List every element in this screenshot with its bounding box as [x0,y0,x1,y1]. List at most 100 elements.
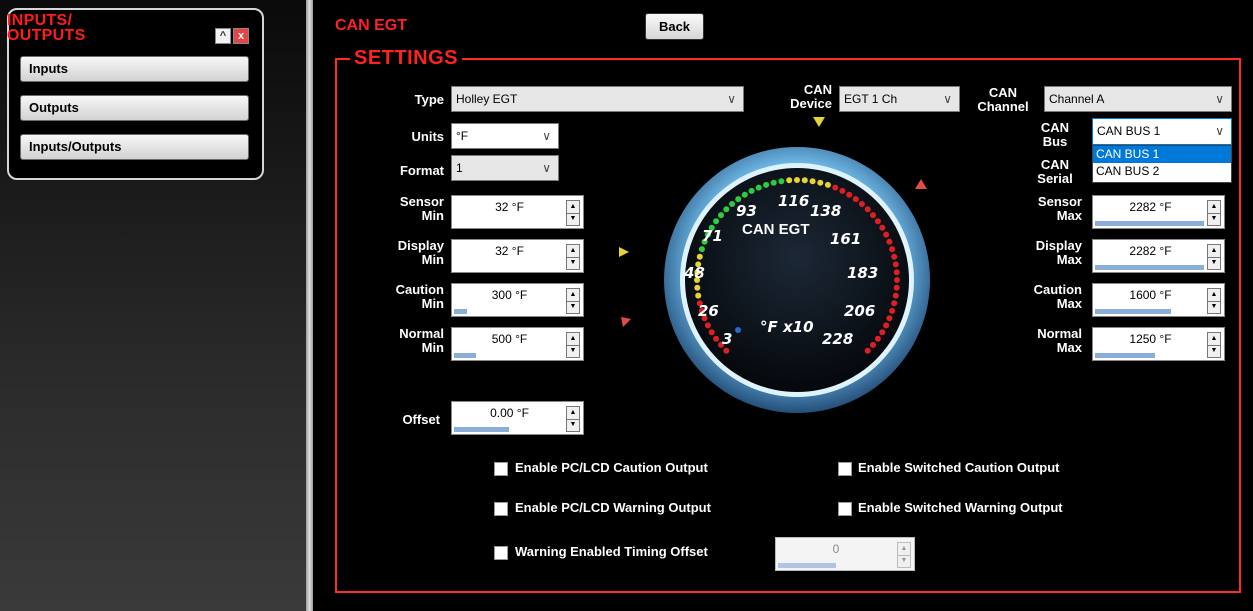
sw-caution-checkbox[interactable] [838,462,852,476]
collapse-button[interactable]: ^ [215,28,231,44]
spin-down-icon[interactable]: ▼ [1208,213,1220,225]
pc-caution-checkbox[interactable] [494,462,508,476]
panel-divider[interactable] [306,0,313,611]
normal-max-label: Normal Max [1008,327,1082,355]
spin-down-icon[interactable]: ▼ [567,213,579,225]
gauge-scale-dot [718,212,724,219]
caution-max-label-line2: Max [1056,296,1082,311]
gauge-tick-label: 206 [844,302,876,320]
nav-outputs-button[interactable]: Outputs [20,95,249,121]
io-panel: INPUTS/ OUTPUTS ^ x Inputs Outputs Input… [7,8,264,180]
marker-triangle-icon [621,317,631,327]
spin-down-icon[interactable]: ▼ [1208,345,1220,357]
offset-label: Offset [402,412,440,427]
spin-down-icon[interactable]: ▼ [898,555,910,567]
spin-down-icon[interactable]: ▼ [567,419,579,431]
sensor-max-label-line1: Sensor [1037,194,1082,209]
spin-arrows: ▲ ▼ [566,332,580,358]
pc-warning-checkbox[interactable] [494,502,508,516]
chevron-down-icon: ∨ [1215,92,1224,106]
nav-inputs-button[interactable]: Inputs [20,56,249,82]
spin-down-icon[interactable]: ▼ [567,257,579,269]
sensor-min-label: Sensor Min [370,195,444,223]
spin-down-icon[interactable]: ▼ [1208,257,1220,269]
gauge-unit: °F x10 [760,318,814,336]
gauge-scale-dot [723,347,730,354]
can-serial-label-line2: Serial [1037,171,1073,186]
type-label: Type [414,92,444,107]
pc-caution-label[interactable]: Enable PC/LCD Caution Output [515,460,708,475]
spin-arrows: ▲ ▼ [566,406,580,432]
pc-warning-label[interactable]: Enable PC/LCD Warning Output [515,500,711,515]
back-button[interactable]: Back [645,13,704,40]
gauge-scale-dot [893,269,900,276]
normal-min-label-line2: Min [421,340,444,355]
level-bar [454,353,476,358]
gauge-scale-dot [832,184,839,191]
format-select[interactable]: 1 ∨ [451,155,559,181]
chevron-down-icon: ∨ [542,129,551,143]
spin-down-icon[interactable]: ▼ [1208,301,1220,313]
sensor-max-spinner[interactable]: 2282 °F ▲ ▼ [1092,195,1225,229]
gauge-tick-label: 71 [702,227,723,245]
chevron-down-icon: ∨ [542,161,551,175]
gauge-needle-pivot [735,327,741,333]
gauge-scale-dot [839,187,846,194]
gauge-scale-dot [741,191,748,198]
type-select[interactable]: Holley EGT ∨ [451,86,744,112]
units-select[interactable]: °F ∨ [451,123,559,149]
sw-warning-label[interactable]: Enable Switched Warning Output [858,500,1063,515]
can-device-label: CAN Device [770,83,832,111]
caution-min-label: Caution Min [370,283,444,311]
spin-arrows: ▲ ▼ [566,200,580,226]
display-min-spinner[interactable]: 32 °F ▲ ▼ [451,239,584,273]
normal-max-value: 1250 °F [1129,332,1172,346]
sw-warning-checkbox[interactable] [838,502,852,516]
normal-max-label-line2: Max [1056,340,1082,355]
can-bus-label-line2: Bus [1042,134,1068,149]
timing-offset-label[interactable]: Warning Enabled Timing Offset [515,544,708,559]
gauge-scale-dot [874,218,881,225]
gauge-scale-dot [870,341,876,348]
marker-triangle-icon [619,247,629,257]
can-channel-select[interactable]: Channel A ∨ [1044,86,1232,112]
gauge-scale-dot [874,335,881,342]
level-bar [1095,265,1204,270]
can-bus-label-line1: CAN [1040,120,1070,135]
gauge-tick-label: 228 [822,330,854,348]
can-bus-option[interactable]: CAN BUS 1 [1093,146,1231,163]
normal-min-spinner[interactable]: 500 °F ▲ ▼ [451,327,584,361]
spin-down-icon[interactable]: ▼ [567,345,579,357]
io-title-line2: OUTPUTS [7,27,86,44]
gauge-scale-dot [879,329,886,336]
sensor-min-label-line2: Min [421,208,444,223]
can-bus-option[interactable]: CAN BUS 2 [1093,163,1231,180]
sensor-min-spinner[interactable]: 32 °F ▲ ▼ [451,195,584,229]
display-min-label-line1: Display [397,238,444,253]
caution-max-label: Caution Max [1008,283,1082,311]
nav-inputs-outputs-button[interactable]: Inputs/Outputs [20,134,249,160]
chevron-down-icon: ∨ [943,92,952,106]
caution-min-spinner[interactable]: 300 °F ▲ ▼ [451,283,584,317]
io-panel-title: INPUTS/ OUTPUTS [7,13,86,44]
can-serial-label: CAN Serial [1030,158,1080,186]
close-button[interactable]: x [233,28,249,44]
timing-offset-spinner[interactable]: 0 ▲ ▼ [775,537,915,571]
gauge-scale-dot [708,329,715,336]
display-max-spinner[interactable]: 2282 °F ▲ ▼ [1092,239,1225,273]
normal-max-spinner[interactable]: 1250 °F ▲ ▼ [1092,327,1225,361]
offset-spinner[interactable]: 0.00 °F ▲ ▼ [451,401,584,435]
sw-caution-label[interactable]: Enable Switched Caution Output [858,460,1060,475]
spin-down-icon[interactable]: ▼ [567,301,579,313]
can-channel-label-line1: CAN [988,85,1018,100]
gauge-scale-dot [824,181,831,188]
can-device-select[interactable]: EGT 1 Ch ∨ [839,86,960,112]
caution-max-spinner[interactable]: 1600 °F ▲ ▼ [1092,283,1225,317]
display-max-label: Display Max [1008,239,1082,267]
can-bus-select[interactable]: CAN BUS 1 ∨ [1092,118,1232,145]
display-min-label-line2: Min [421,252,444,267]
caution-max-value: 1600 °F [1129,288,1172,302]
gauge-scale-dot [694,284,701,291]
level-bar [1095,309,1171,314]
timing-offset-checkbox[interactable] [494,546,508,560]
